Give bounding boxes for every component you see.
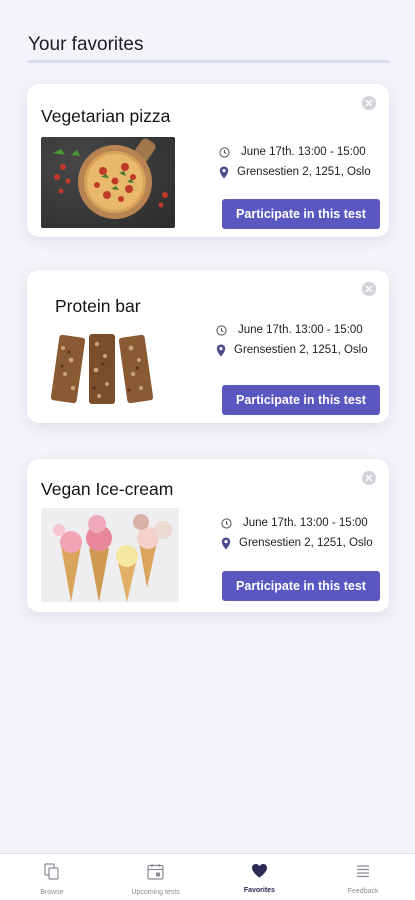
card-title: Vegetarian pizza — [41, 106, 171, 126]
protein-bar-photo — [49, 330, 155, 408]
browse-icon — [44, 863, 60, 885]
participate-button[interactable]: Participate in this test — [222, 571, 380, 601]
favorite-card: Protein bar June 17th. 13:00 - 15:00 Gre… — [27, 270, 389, 423]
test-address: Grensestien 2, 1251, Oslo — [234, 344, 368, 356]
location-pin-icon — [219, 166, 237, 179]
test-date: June 17th. 13:00 - 15:00 — [238, 324, 363, 336]
clock-icon — [216, 324, 234, 336]
test-address: Grensestien 2, 1251, Oslo — [239, 537, 373, 549]
participate-button[interactable]: Participate in this test — [222, 385, 380, 415]
location-pin-icon — [221, 537, 239, 550]
participate-button[interactable]: Participate in this test — [222, 199, 380, 229]
test-date: June 17th. 13:00 - 15:00 — [243, 517, 368, 529]
nav-label: Feedback — [347, 888, 379, 895]
close-icon — [365, 474, 373, 482]
card-title: Protein bar — [55, 296, 141, 316]
nav-item-browse[interactable]: Browse — [0, 854, 104, 900]
favorite-card: Vegan Ice-cream June 17th. 13:00 - 15:00 — [27, 459, 389, 612]
title-underline — [28, 60, 390, 63]
date-row: June 17th. 13:00 - 15:00 — [219, 142, 371, 162]
remove-favorite-button[interactable] — [362, 282, 376, 296]
remove-favorite-button[interactable] — [362, 471, 376, 485]
nav-label: Upcoming tests — [131, 889, 180, 896]
ice-cream-photo — [41, 508, 179, 602]
page-title: Your favorites — [28, 34, 144, 55]
test-details: June 17th. 13:00 - 15:00 Grensestien 2, … — [221, 513, 373, 553]
card-title: Vegan Ice-cream — [41, 479, 174, 499]
calendar-icon — [147, 863, 164, 885]
favorite-card: Vegetarian pizza June 17th. 13:00 - 15:0… — [27, 84, 389, 237]
test-details: June 17th. 13:00 - 15:00 Grensestien 2, … — [219, 142, 371, 182]
nav-label: Browse — [40, 889, 64, 896]
nav-item-favorites[interactable]: Favorites — [208, 854, 312, 900]
clock-icon — [219, 146, 237, 158]
close-icon — [365, 99, 373, 107]
bottom-navigation: Browse Upcoming tests Favorites Feedback — [0, 853, 415, 900]
nav-item-feedback[interactable]: Feedback — [311, 854, 415, 900]
test-details: June 17th. 13:00 - 15:00 Grensestien 2, … — [216, 320, 368, 360]
date-row: June 17th. 13:00 - 15:00 — [221, 513, 373, 533]
test-date: June 17th. 13:00 - 15:00 — [241, 146, 366, 158]
address-row: Grensestien 2, 1251, Oslo — [219, 162, 371, 182]
clock-icon — [221, 517, 239, 529]
nav-label: Favorites — [243, 887, 275, 894]
address-row: Grensestien 2, 1251, Oslo — [216, 340, 368, 360]
address-row: Grensestien 2, 1251, Oslo — [221, 533, 373, 553]
pizza-photo — [41, 137, 175, 228]
close-icon — [365, 285, 373, 293]
remove-favorite-button[interactable] — [362, 96, 376, 110]
test-address: Grensestien 2, 1251, Oslo — [237, 166, 371, 178]
location-pin-icon — [216, 344, 234, 357]
feedback-icon — [355, 863, 371, 884]
nav-item-upcoming-tests[interactable]: Upcoming tests — [104, 854, 208, 900]
heart-icon — [251, 863, 268, 883]
date-row: June 17th. 13:00 - 15:00 — [216, 320, 368, 340]
